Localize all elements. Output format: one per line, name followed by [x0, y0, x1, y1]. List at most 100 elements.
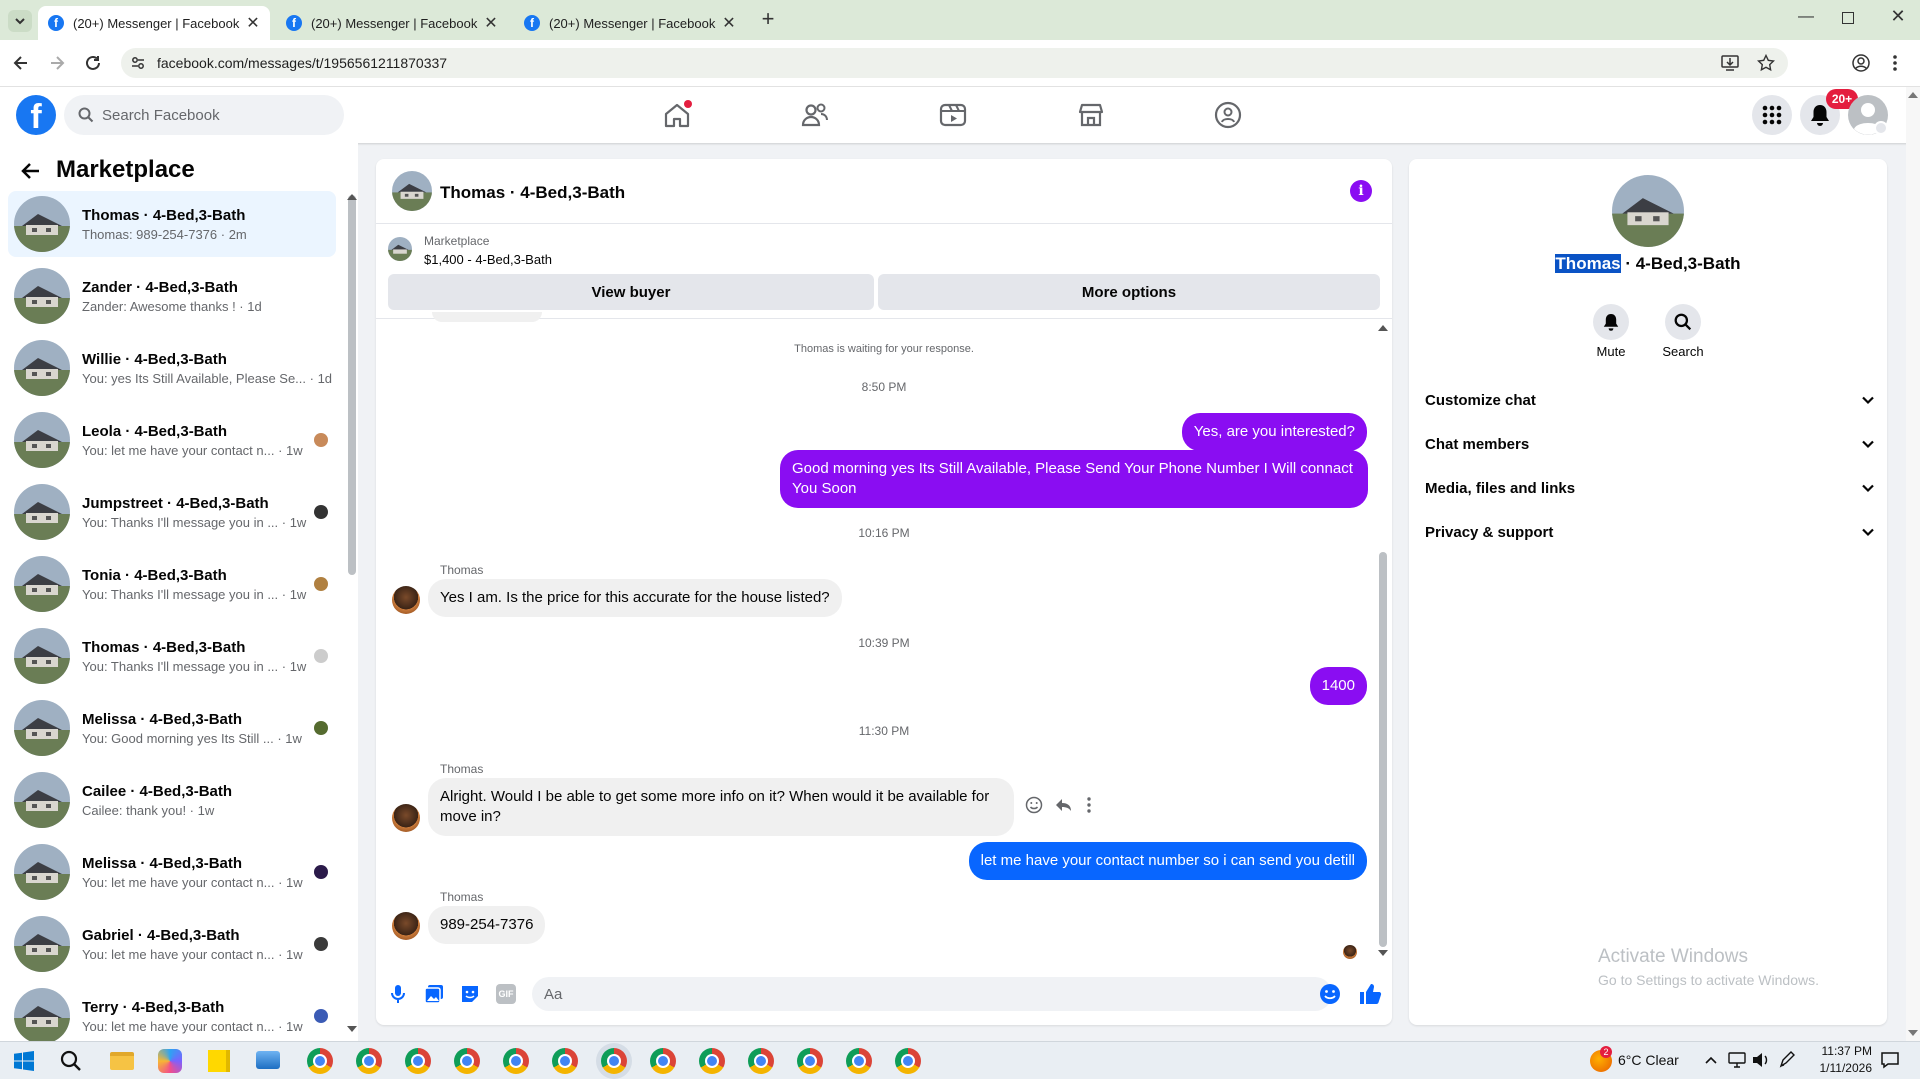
conversation-item[interactable]: Thomas · 4-Bed,3-Bath You: Thanks I'll me…: [8, 623, 336, 689]
outgoing-message[interactable]: Yes, are you interested?: [1181, 413, 1367, 451]
sticker-icon[interactable]: [460, 984, 480, 1004]
video-icon[interactable]: [938, 100, 968, 130]
view-buyer-button[interactable]: View buyer: [388, 274, 874, 310]
browser-tab-2[interactable]: f (20+) Messenger | Facebook ✕: [276, 6, 508, 40]
more-actions-icon[interactable]: [1086, 796, 1092, 814]
bookmark-star-icon[interactable]: [1757, 54, 1775, 72]
outgoing-message-selected[interactable]: let me have your contact number so i can…: [968, 842, 1367, 880]
browser-menu-icon[interactable]: [1892, 54, 1898, 72]
network-icon[interactable]: [1728, 1052, 1746, 1068]
file-explorer-icon[interactable]: [110, 1052, 134, 1070]
friends-icon[interactable]: [800, 100, 830, 130]
conversation-item[interactable]: Gabriel · 4-Bed,3-Bath You: let me have y…: [8, 911, 336, 977]
media-files-links-section[interactable]: Media, files and links: [1425, 470, 1875, 506]
listing-thumbnail[interactable]: [388, 237, 412, 261]
chat-header-avatar[interactable]: [392, 171, 432, 211]
clock-date[interactable]: 1/11/2026: [1800, 1061, 1873, 1075]
page-scrollbar[interactable]: [1906, 87, 1920, 1041]
pen-icon[interactable]: [1778, 1051, 1796, 1069]
minimize-button[interactable]: —: [1794, 8, 1818, 32]
incoming-message[interactable]: 989-254-7376: [428, 906, 546, 944]
chrome-taskbar-icon[interactable]: [405, 1048, 431, 1074]
notification-center-icon[interactable]: [1880, 1050, 1900, 1070]
message-input[interactable]: Aa: [532, 977, 1332, 1011]
conversation-item[interactable]: Melissa · 4-Bed,3-Bath You: let me have y…: [8, 839, 336, 905]
back-arrow-icon[interactable]: [20, 160, 42, 182]
browser-tab-1[interactable]: f (20+) Messenger | Facebook ✕: [38, 6, 270, 40]
emoji-icon[interactable]: [1319, 983, 1341, 1005]
scrollbar[interactable]: [348, 195, 356, 575]
close-icon[interactable]: ✕: [720, 14, 738, 32]
browser-tab-3[interactable]: f (20+) Messenger | Facebook ✕: [514, 6, 746, 40]
conversation-item[interactable]: Terry · 4-Bed,3-Bath You: let me have you…: [8, 983, 336, 1049]
address-bar[interactable]: facebook.com/messages/t/1956561211870337: [121, 48, 1788, 78]
privacy-support-section[interactable]: Privacy & support: [1425, 514, 1875, 550]
scroll-down-arrow[interactable]: [1378, 950, 1388, 956]
weather-text[interactable]: 6°C Clear: [1618, 1052, 1679, 1068]
close-window-button[interactable]: ✕: [1886, 6, 1910, 30]
profile-icon[interactable]: [1852, 54, 1870, 72]
scroll-down-arrow[interactable]: [347, 1026, 357, 1032]
scroll-up-arrow[interactable]: [1908, 92, 1918, 98]
mute-button[interactable]: [1593, 304, 1629, 340]
search-facebook-input[interactable]: Search Facebook: [64, 95, 344, 135]
groups-icon[interactable]: [1213, 100, 1243, 130]
windows-start-icon[interactable]: [14, 1051, 34, 1071]
close-icon[interactable]: ✕: [244, 14, 262, 32]
chrome-taskbar-icon[interactable]: [699, 1048, 725, 1074]
tab-search-button[interactable]: [8, 10, 32, 32]
close-icon[interactable]: ✕: [482, 14, 500, 32]
conversation-item[interactable]: Jumpstreet · 4-Bed,3-Bath You: Thanks I'l…: [8, 479, 336, 545]
menu-button[interactable]: [1752, 95, 1792, 135]
conversation-item[interactable]: Tonia · 4-Bed,3-Bath You: Thanks I'll mes…: [8, 551, 336, 617]
chrome-taskbar-icon[interactable]: [307, 1048, 333, 1074]
volume-icon[interactable]: [1752, 1052, 1770, 1068]
microphone-icon[interactable]: [389, 984, 407, 1004]
remote-desktop-icon[interactable]: [256, 1051, 280, 1069]
chrome-taskbar-icon[interactable]: [601, 1048, 627, 1074]
clock-time[interactable]: 11:37 PM: [1800, 1044, 1872, 1058]
new-tab-button[interactable]: +: [756, 8, 780, 32]
scroll-up-arrow[interactable]: [347, 194, 357, 200]
sender-avatar[interactable]: [392, 804, 420, 832]
forward-arrow-icon[interactable]: [48, 54, 66, 72]
chat-members-section[interactable]: Chat members: [1425, 426, 1875, 462]
site-info-icon[interactable]: [131, 56, 145, 70]
gif-icon[interactable]: GIF: [496, 984, 516, 1004]
chrome-taskbar-icon[interactable]: [748, 1048, 774, 1074]
account-button[interactable]: [1848, 95, 1888, 135]
conversation-item[interactable]: Zander · 4-Bed,3-Bath Zander: Awesome tha…: [8, 263, 336, 329]
outgoing-message[interactable]: 1400: [1309, 667, 1367, 705]
chrome-taskbar-icon[interactable]: [797, 1048, 823, 1074]
chrome-taskbar-icon[interactable]: [552, 1048, 578, 1074]
scroll-up-arrow[interactable]: [1378, 325, 1388, 331]
more-options-button[interactable]: More options: [878, 274, 1380, 310]
reply-icon[interactable]: [1054, 796, 1072, 814]
react-emoji-icon[interactable]: [1025, 796, 1043, 814]
conversation-item[interactable]: Melissa · 4-Bed,3-Bath You: Good morning …: [8, 695, 336, 761]
sticky-notes-icon[interactable]: [208, 1050, 230, 1072]
conversation-item[interactable]: Willie · 4-Bed,3-Bath You: yes Its Still …: [8, 335, 336, 401]
copilot-icon[interactable]: [158, 1049, 182, 1073]
search-icon[interactable]: [60, 1050, 82, 1072]
reload-icon[interactable]: [84, 54, 102, 72]
info-icon[interactable]: i: [1350, 180, 1372, 202]
chat-title[interactable]: Thomas · 4-Bed,3-Bath: [440, 183, 625, 203]
chrome-taskbar-icon[interactable]: [356, 1048, 382, 1074]
scrollbar[interactable]: [1379, 552, 1387, 947]
conversation-item[interactable]: Thomas · 4-Bed,3-Bath Thomas: 989-254-737…: [8, 191, 336, 257]
photo-icon[interactable]: [424, 984, 444, 1004]
back-arrow-icon[interactable]: [12, 54, 30, 72]
customize-chat-section[interactable]: Customize chat: [1425, 382, 1875, 418]
thumbs-up-icon[interactable]: [1358, 982, 1382, 1006]
marketplace-icon[interactable]: [1076, 100, 1106, 130]
details-avatar[interactable]: [1612, 175, 1684, 247]
facebook-logo[interactable]: f: [16, 95, 56, 135]
outgoing-message[interactable]: Good morning yes Its Still Available, Pl…: [780, 450, 1368, 508]
install-app-icon[interactable]: [1721, 55, 1739, 71]
incoming-message[interactable]: Alright. Would I be able to get some mor…: [428, 778, 1014, 836]
incoming-message[interactable]: Yes I am. Is the price for this accurate…: [428, 579, 842, 617]
chrome-taskbar-icon[interactable]: [454, 1048, 480, 1074]
chrome-taskbar-icon[interactable]: [650, 1048, 676, 1074]
conversation-item[interactable]: Leola · 4-Bed,3-Bath You: let me have you…: [8, 407, 336, 473]
